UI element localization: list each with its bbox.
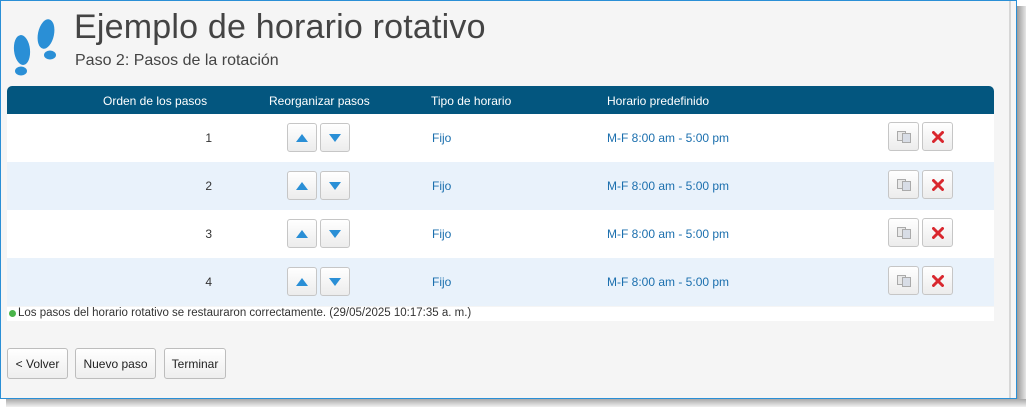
move-up-icon <box>296 133 308 142</box>
schedule-type-link[interactable]: Fijo <box>432 179 451 193</box>
back-button[interactable]: < Volver <box>7 348 68 379</box>
delete-icon <box>931 226 944 239</box>
rotation-steps-table: Orden de los pasos Reorganizar pasos Tip… <box>7 86 994 306</box>
schedule-link[interactable]: M-F 8:00 am - 5:00 pm <box>607 275 729 289</box>
move-up-button[interactable] <box>287 267 317 296</box>
status-message: Los pasos del horario rotativo se restau… <box>7 307 994 321</box>
move-up-icon <box>296 181 308 190</box>
delete-button[interactable] <box>922 170 953 199</box>
move-down-button[interactable] <box>320 267 350 296</box>
schedule-type-link[interactable]: Fijo <box>432 227 451 241</box>
schedule-link[interactable]: M-F 8:00 am - 5:00 pm <box>607 131 729 145</box>
move-up-button[interactable] <box>287 219 317 248</box>
column-header-schedule: Horario predefinido <box>607 94 710 108</box>
column-header-type: Tipo de horario <box>431 94 512 108</box>
schedule-link[interactable]: M-F 8:00 am - 5:00 pm <box>607 179 729 193</box>
move-up-button[interactable] <box>287 171 317 200</box>
copy-button[interactable] <box>888 170 919 199</box>
status-text: Los pasos del horario rotativo se restau… <box>18 307 472 319</box>
move-down-icon <box>329 229 341 238</box>
step-order: 1 <box>205 131 212 145</box>
delete-icon <box>931 178 944 191</box>
copy-icon <box>896 178 911 191</box>
window-edge <box>1009 1 1011 398</box>
step-order: 4 <box>205 275 212 289</box>
finish-button[interactable]: Terminar <box>164 348 226 379</box>
delete-icon <box>931 274 944 287</box>
success-dot-icon <box>9 310 16 317</box>
new-step-button[interactable]: Nuevo paso <box>75 348 156 379</box>
move-down-button[interactable] <box>320 123 350 152</box>
move-up-button[interactable] <box>287 123 317 152</box>
delete-icon <box>931 130 944 143</box>
schedule-type-link[interactable]: Fijo <box>432 275 451 289</box>
step-order: 3 <box>205 227 212 241</box>
delete-button[interactable] <box>922 266 953 295</box>
move-down-button[interactable] <box>320 219 350 248</box>
move-down-icon <box>329 133 341 142</box>
move-down-icon <box>329 181 341 190</box>
copy-button[interactable] <box>888 122 919 151</box>
column-header-order: Orden de los pasos <box>103 94 208 108</box>
move-up-icon <box>296 277 308 286</box>
table-row: 1 Fijo M-F 8:00 am - 5:00 pm <box>7 114 994 162</box>
move-down-button[interactable] <box>320 171 350 200</box>
delete-button[interactable] <box>922 218 953 247</box>
table-row: 3 Fijo M-F 8:00 am - 5:00 pm <box>7 210 994 258</box>
table-row: 2 Fijo M-F 8:00 am - 5:00 pm <box>7 162 994 210</box>
copy-icon <box>896 130 911 143</box>
schedule-link[interactable]: M-F 8:00 am - 5:00 pm <box>607 227 729 241</box>
step-order: 2 <box>205 179 212 193</box>
page-title: Ejemplo de horario rotativo <box>74 8 486 46</box>
move-down-icon <box>329 277 341 286</box>
copy-button[interactable] <box>888 266 919 295</box>
copy-button[interactable] <box>888 218 919 247</box>
delete-button[interactable] <box>922 122 953 151</box>
window-shadow-right <box>1017 6 1026 405</box>
table-header: Orden de los pasos Reorganizar pasos Tip… <box>7 86 994 114</box>
schedule-type-link[interactable]: Fijo <box>432 131 451 145</box>
footprints-icon <box>13 19 56 76</box>
window-shadow-bottom <box>6 399 1026 407</box>
column-header-reorder: Reorganizar pasos <box>269 94 370 108</box>
copy-icon <box>896 274 911 287</box>
table-row: 4 Fijo M-F 8:00 am - 5:00 pm <box>7 258 994 306</box>
copy-icon <box>896 226 911 239</box>
page-subtitle: Paso 2: Pasos de la rotación <box>75 52 279 69</box>
move-up-icon <box>296 229 308 238</box>
